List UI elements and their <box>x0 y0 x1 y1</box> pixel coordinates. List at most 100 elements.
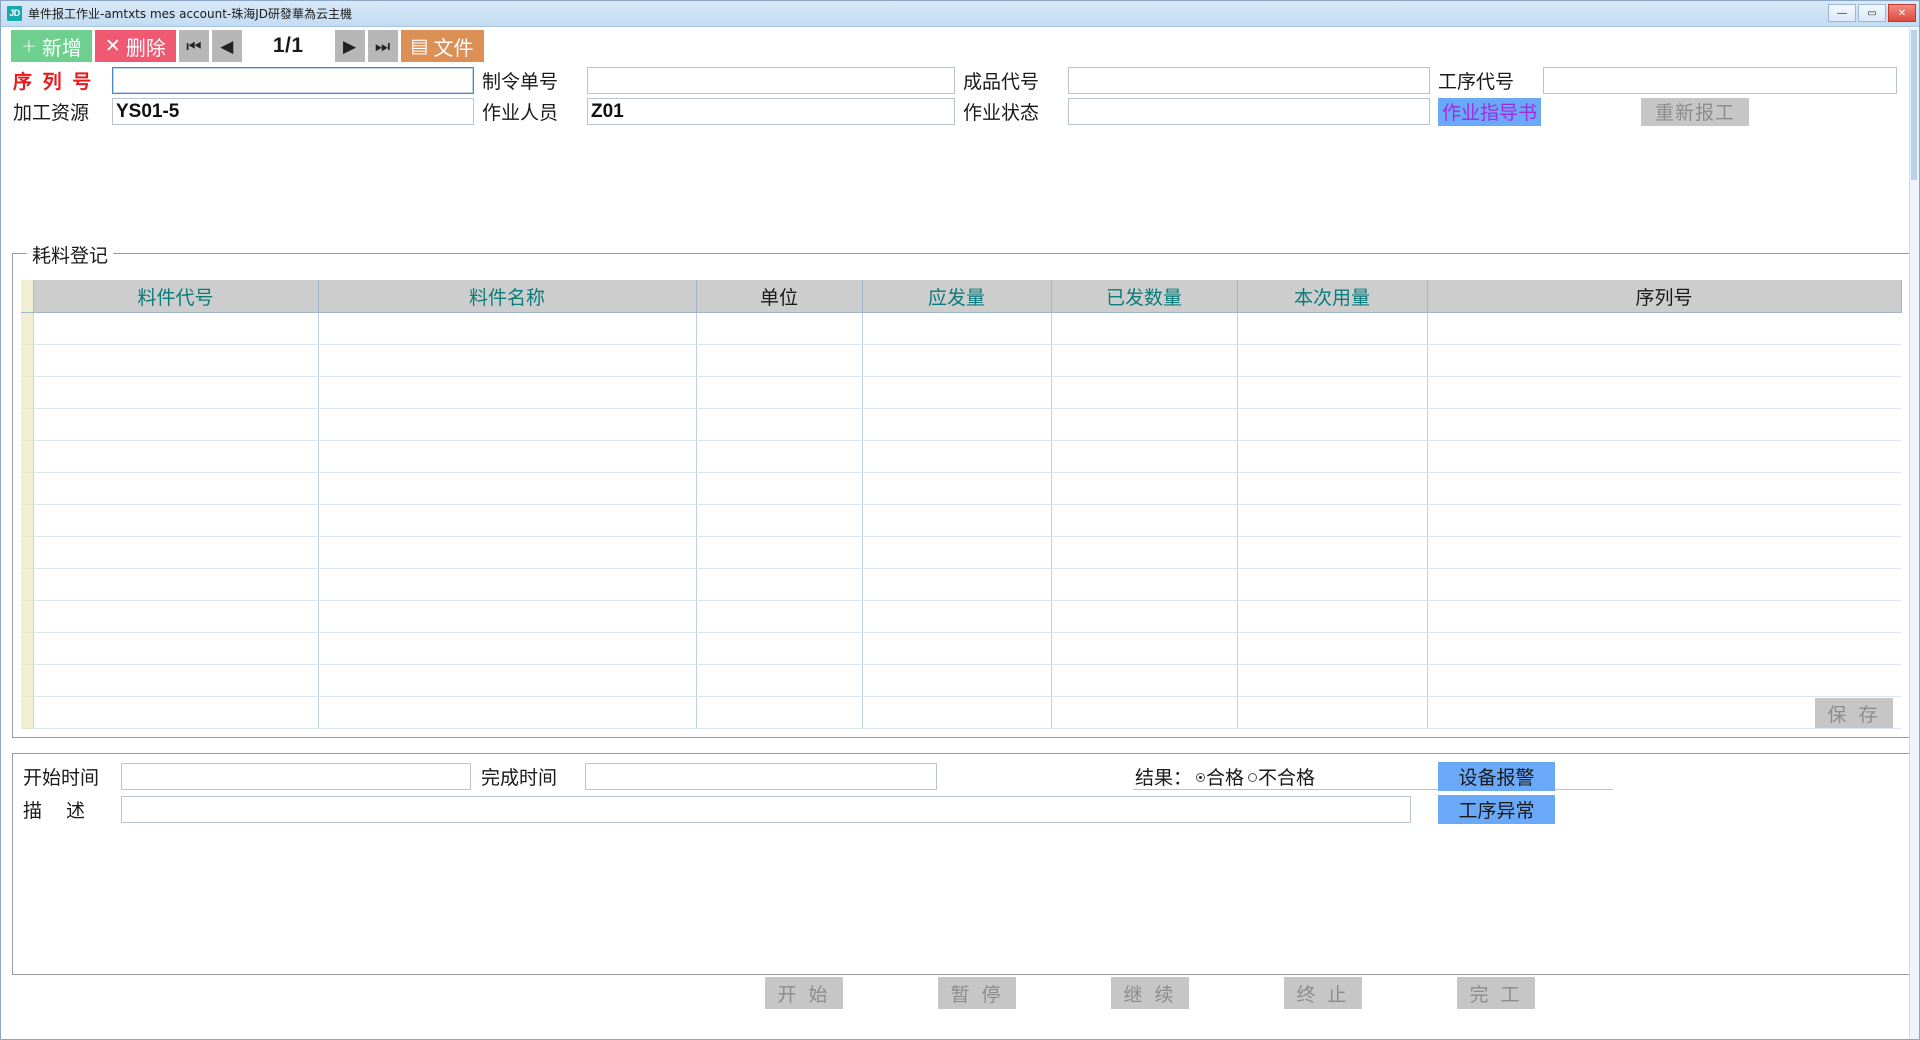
table-cell[interactable] <box>1051 472 1238 505</box>
table-row[interactable] <box>21 696 1901 729</box>
table-cell[interactable] <box>1051 696 1238 729</box>
table-cell[interactable] <box>862 696 1052 729</box>
result-fail-label[interactable]: 不合格 <box>1258 763 1315 790</box>
table-cell[interactable] <box>696 664 863 697</box>
table-cell[interactable] <box>33 472 319 505</box>
close-button[interactable]: ✕ <box>1888 4 1916 22</box>
work-instruction-button[interactable]: 作业指导书 <box>1438 97 1542 126</box>
table-cell[interactable] <box>696 408 863 441</box>
table-cell[interactable] <box>1427 664 1901 697</box>
table-cell[interactable] <box>33 344 319 377</box>
stop-button[interactable]: 终 止 <box>1284 977 1362 1009</box>
delete-button[interactable]: ✕ 删除 <box>94 30 176 62</box>
table-cell[interactable] <box>1237 344 1428 377</box>
table-cell[interactable] <box>318 472 697 505</box>
resume-button[interactable]: 继 续 <box>1111 977 1189 1009</box>
col-header-required-qty[interactable]: 应发量 <box>862 280 1052 313</box>
table-cell[interactable] <box>1237 376 1428 409</box>
table-cell[interactable] <box>1237 600 1428 633</box>
table-cell[interactable] <box>1051 664 1238 697</box>
pause-button[interactable]: 暂 停 <box>938 977 1016 1009</box>
table-row[interactable] <box>21 472 1901 505</box>
result-fail-radio[interactable] <box>1248 772 1258 782</box>
start-button[interactable]: 开 始 <box>765 977 843 1009</box>
table-cell[interactable] <box>862 536 1052 569</box>
previous-record-button[interactable]: ◀ <box>211 30 242 62</box>
table-cell[interactable] <box>33 504 319 537</box>
row-marker-cell[interactable] <box>21 376 34 409</box>
table-cell[interactable] <box>33 568 319 601</box>
table-cell[interactable] <box>1427 536 1901 569</box>
table-cell[interactable] <box>1427 600 1901 633</box>
table-cell[interactable] <box>862 568 1052 601</box>
table-cell[interactable] <box>33 440 319 473</box>
start-time-input[interactable] <box>121 763 471 790</box>
operator-input[interactable]: Z01 <box>587 98 955 125</box>
table-cell[interactable] <box>1051 600 1238 633</box>
table-cell[interactable] <box>862 312 1052 345</box>
work-status-input[interactable] <box>1068 98 1430 125</box>
table-cell[interactable] <box>33 664 319 697</box>
table-cell[interactable] <box>318 504 697 537</box>
col-header-current-qty[interactable]: 本次用量 <box>1237 280 1428 313</box>
table-row[interactable] <box>21 568 1901 601</box>
table-cell[interactable] <box>318 696 697 729</box>
machine-resource-input[interactable]: YS01-5 <box>112 98 474 125</box>
table-cell[interactable] <box>862 376 1052 409</box>
table-cell[interactable] <box>862 504 1052 537</box>
table-cell[interactable] <box>696 440 863 473</box>
next-record-button[interactable]: ▶ <box>334 30 365 62</box>
table-cell[interactable] <box>1051 568 1238 601</box>
table-cell[interactable] <box>862 408 1052 441</box>
table-cell[interactable] <box>318 376 697 409</box>
serial-number-input[interactable] <box>112 67 474 94</box>
row-marker-cell[interactable] <box>21 504 34 537</box>
table-cell[interactable] <box>1237 440 1428 473</box>
table-cell[interactable] <box>696 376 863 409</box>
table-row[interactable] <box>21 504 1901 537</box>
order-number-input[interactable] <box>587 67 955 94</box>
row-marker-cell[interactable] <box>21 536 34 569</box>
col-header-unit[interactable]: 单位 <box>696 280 863 313</box>
first-record-button[interactable]: ⏮ <box>178 30 209 62</box>
table-cell[interactable] <box>33 600 319 633</box>
table-cell[interactable] <box>1237 408 1428 441</box>
table-cell[interactable] <box>33 696 319 729</box>
table-cell[interactable] <box>318 344 697 377</box>
process-abnormal-button[interactable]: 工序异常 <box>1438 795 1555 824</box>
row-marker-cell[interactable] <box>21 408 34 441</box>
row-marker-cell[interactable] <box>21 568 34 601</box>
table-cell[interactable] <box>318 664 697 697</box>
table-cell[interactable] <box>1051 440 1238 473</box>
col-header-material-name[interactable]: 料件名称 <box>318 280 697 313</box>
row-marker-cell[interactable] <box>21 440 34 473</box>
table-cell[interactable] <box>1427 376 1901 409</box>
table-row[interactable] <box>21 632 1901 665</box>
table-cell[interactable] <box>1051 408 1238 441</box>
table-cell[interactable] <box>1051 536 1238 569</box>
table-cell[interactable] <box>33 376 319 409</box>
table-cell[interactable] <box>318 632 697 665</box>
table-cell[interactable] <box>1051 344 1238 377</box>
table-cell[interactable] <box>696 696 863 729</box>
table-cell[interactable] <box>1427 344 1901 377</box>
row-marker-cell[interactable] <box>21 600 34 633</box>
table-cell[interactable] <box>33 536 319 569</box>
table-row[interactable] <box>21 536 1901 569</box>
table-cell[interactable] <box>1237 632 1428 665</box>
table-cell[interactable] <box>33 312 319 345</box>
table-cell[interactable] <box>1237 312 1428 345</box>
table-row[interactable] <box>21 376 1901 409</box>
table-cell[interactable] <box>862 472 1052 505</box>
row-marker-cell[interactable] <box>21 664 34 697</box>
finish-button[interactable]: 完 工 <box>1457 977 1535 1009</box>
table-cell[interactable] <box>1237 568 1428 601</box>
table-cell[interactable] <box>1237 536 1428 569</box>
table-cell[interactable] <box>696 568 863 601</box>
table-cell[interactable] <box>1051 504 1238 537</box>
vertical-scrollbar[interactable] <box>1909 28 1919 1039</box>
table-cell[interactable] <box>862 664 1052 697</box>
table-row[interactable] <box>21 312 1901 345</box>
table-cell[interactable] <box>1427 504 1901 537</box>
table-cell[interactable] <box>862 632 1052 665</box>
